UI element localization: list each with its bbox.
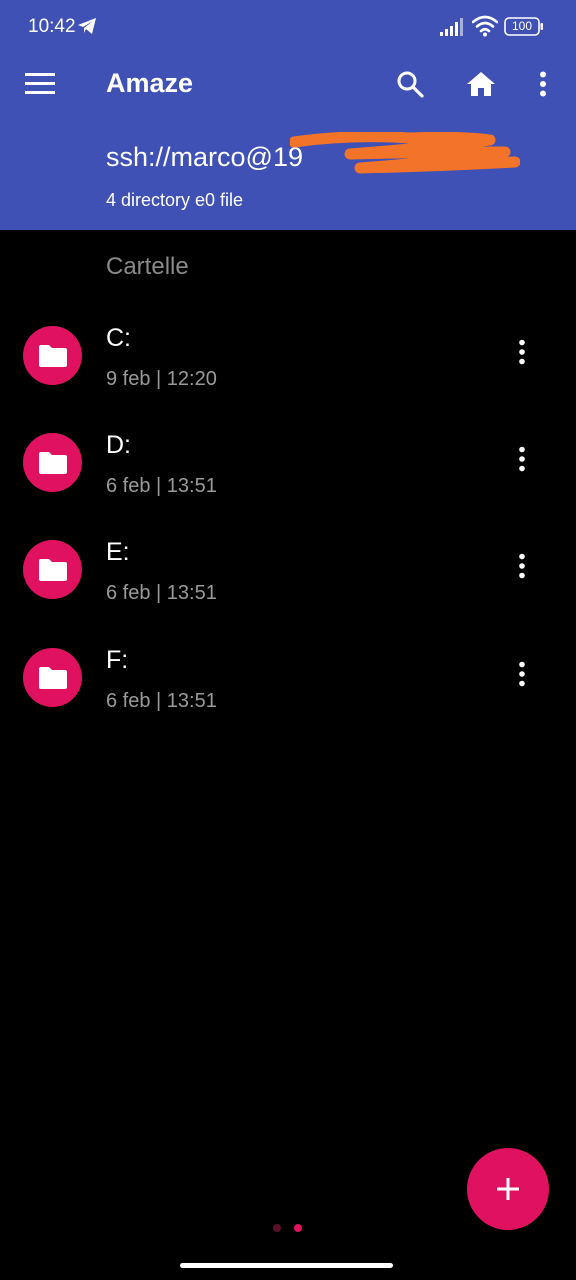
folder-avatar <box>23 540 82 599</box>
item-more-button[interactable] <box>500 544 544 588</box>
menu-icon <box>25 73 55 94</box>
status-bar: 10:42 100 <box>0 0 576 54</box>
item-more-button[interactable] <box>500 652 544 696</box>
more-vert-icon <box>519 553 525 579</box>
folder-avatar <box>23 326 82 385</box>
more-vert-icon <box>519 446 525 472</box>
folder-avatar <box>23 648 82 707</box>
list-item[interactable]: C: 9 feb | 12:20 <box>0 312 576 418</box>
item-name: D: <box>106 431 131 459</box>
list-item[interactable]: D: 6 feb | 13:51 <box>0 419 576 525</box>
item-date: 6 feb | 13:51 <box>106 475 217 497</box>
screen: 10:42 100 Amaze ssh://marco@19 22 4 dire… <box>0 0 576 1280</box>
item-date: 6 feb | 13:51 <box>106 690 217 712</box>
add-icon <box>497 1178 519 1200</box>
folder-icon <box>38 666 67 689</box>
app-header: 10:42 100 Amaze ssh://marco@19 22 4 dire… <box>0 0 576 230</box>
folder-icon <box>38 344 67 367</box>
item-more-button[interactable] <box>500 330 544 374</box>
home-icon <box>467 72 495 96</box>
signal-icon <box>440 18 463 36</box>
redaction-scribble <box>290 132 520 174</box>
wifi-icon <box>472 15 498 37</box>
more-vert-icon <box>519 661 525 687</box>
section-header-folders: Cartelle <box>106 253 189 280</box>
gesture-nav-handle[interactable] <box>180 1263 393 1268</box>
battery-level: 100 <box>511 19 533 33</box>
item-date: 9 feb | 12:20 <box>106 368 217 390</box>
search-icon <box>397 71 424 98</box>
item-name: E: <box>106 538 130 566</box>
list-item[interactable]: E: 6 feb | 13:51 <box>0 526 576 632</box>
list-item[interactable]: F: 6 feb | 13:51 <box>0 634 576 740</box>
directory-summary: 4 directory e0 file <box>106 190 244 210</box>
folder-icon <box>38 451 67 474</box>
telegram-icon <box>78 18 96 34</box>
more-vert-icon <box>540 71 546 97</box>
search-button[interactable] <box>386 60 434 108</box>
overflow-menu-button[interactable] <box>519 60 567 108</box>
item-date: 6 feb | 13:51 <box>106 582 217 604</box>
item-more-button[interactable] <box>500 437 544 481</box>
add-fab-button[interactable] <box>467 1148 549 1230</box>
folder-avatar <box>23 433 82 492</box>
home-button[interactable] <box>457 60 505 108</box>
more-vert-icon <box>519 339 525 365</box>
page-indicator-dot-active <box>294 1224 302 1232</box>
item-name: F: <box>106 646 129 674</box>
app-title: Amaze <box>106 68 194 98</box>
page-indicator-dot <box>273 1224 281 1232</box>
menu-button[interactable] <box>16 60 64 108</box>
item-name: C: <box>106 324 131 352</box>
folder-icon <box>38 558 67 581</box>
status-time: 10:42 <box>28 16 76 37</box>
